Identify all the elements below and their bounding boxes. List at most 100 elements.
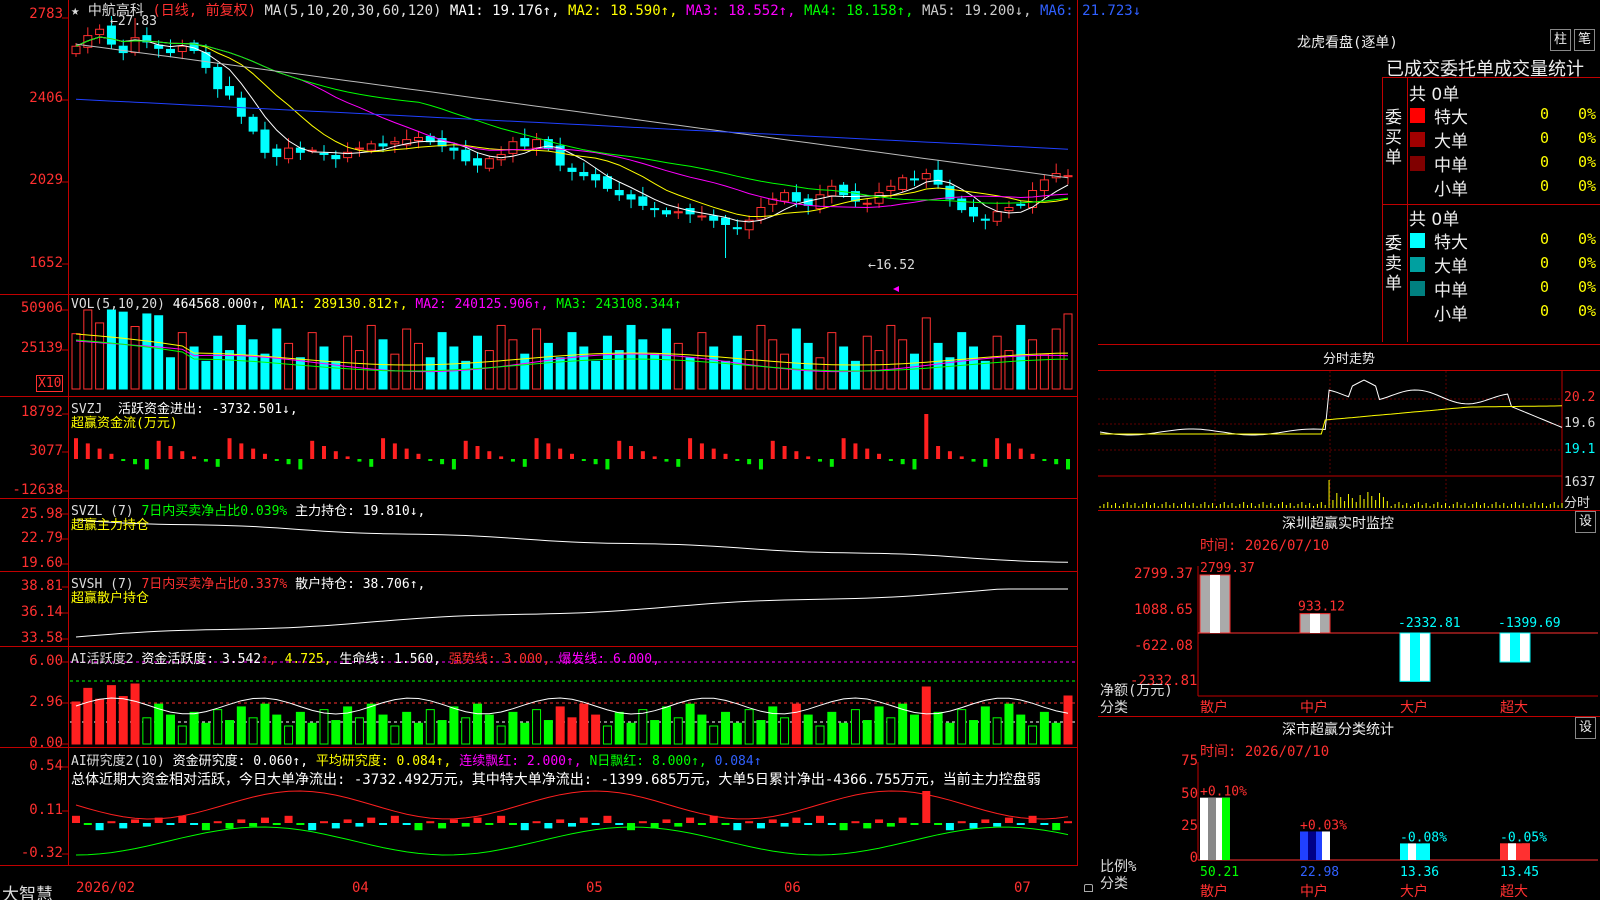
- sz-tick-1: 2799.37: [1133, 566, 1193, 582]
- svzj-bar: [381, 438, 386, 459]
- bar-mode-button[interactable]: 柱: [1550, 29, 1571, 51]
- stats-tick-4: 0: [1189, 850, 1198, 866]
- research-bar: [579, 817, 588, 823]
- candle-body: [591, 174, 601, 181]
- candle-body: [532, 139, 542, 149]
- research-bar: [272, 823, 281, 825]
- activity-bar: [803, 714, 813, 745]
- activity-bar: [543, 720, 553, 745]
- research-bar: [178, 815, 187, 823]
- buy-row-label: 小单: [1434, 180, 1468, 200]
- tick-mode-button[interactable]: 笔: [1574, 29, 1595, 51]
- candle-body: [213, 66, 223, 90]
- candle-body: [886, 185, 896, 192]
- activity-bar: [909, 714, 919, 745]
- volume-bar: [461, 360, 471, 390]
- svsh-line: [75, 588, 1068, 638]
- svzj-bar: [522, 459, 527, 467]
- svzj-bar: [74, 438, 78, 459]
- activity-bar: [602, 725, 612, 745]
- research-bar: [615, 823, 624, 825]
- activity-bar: [213, 709, 223, 745]
- research-bar: [863, 823, 872, 829]
- svzj-bar: [298, 459, 303, 470]
- research-bar: [119, 823, 128, 829]
- activity-bar: [673, 717, 683, 745]
- research-green-line: [75, 826, 1069, 856]
- volume-bar: [236, 324, 246, 390]
- research-bar: [1028, 815, 1037, 823]
- sz-category-label: 中户: [1300, 699, 1328, 716]
- activity-bar: [496, 725, 506, 745]
- research-bar: [225, 823, 234, 829]
- ma5-line: [75, 43, 1069, 179]
- research-bar: [497, 815, 506, 823]
- svzj-bar: [369, 459, 374, 467]
- vol-unit-badge[interactable]: X10: [36, 375, 64, 392]
- volume-bar: [260, 353, 270, 390]
- activity-bar: [307, 722, 317, 745]
- research-bar: [414, 823, 423, 831]
- activity-bar: [390, 725, 400, 745]
- ma6-value: MA6: 21.723↓: [1040, 3, 1142, 19]
- sz-value-label: -1399.69: [1498, 616, 1561, 631]
- brand-logo[interactable]: 大智慧: [2, 880, 53, 900]
- candle-body: [508, 141, 518, 154]
- research-bar: [1064, 821, 1072, 824]
- activity-bar: [1063, 695, 1073, 745]
- research-bar: [827, 823, 836, 825]
- candle-body: [909, 178, 919, 181]
- chart-mode[interactable]: (日线, 前复权): [152, 3, 256, 19]
- price-tick-1: 2783: [29, 6, 63, 22]
- sz-bar-highlight: [1310, 613, 1320, 633]
- activity-bar: [95, 698, 105, 745]
- sz-monitor-settings-button[interactable]: 设: [1575, 511, 1596, 533]
- research-bar: [839, 823, 848, 831]
- volume-bar: [898, 339, 908, 390]
- research-bar: [768, 819, 777, 823]
- activity-bar: [1028, 725, 1038, 745]
- svzj-bar: [121, 459, 126, 461]
- research-bar: [816, 815, 824, 823]
- sell-swatch: [1410, 233, 1425, 248]
- stats-tick-1: 75: [1181, 753, 1198, 769]
- sz-stats-settings-button[interactable]: 设: [1575, 717, 1596, 739]
- ai2-tick-3: -0.32: [20, 845, 63, 861]
- activity-bar: [449, 706, 459, 745]
- svzj-bar: [215, 459, 220, 467]
- activity-bar: [260, 703, 270, 745]
- research-bar: [190, 823, 199, 825]
- svzj-bar: [274, 459, 279, 461]
- research-bar: [473, 817, 482, 823]
- svzj-bar: [829, 459, 834, 467]
- sell-total: 共 0单: [1409, 210, 1460, 230]
- star-icon[interactable]: ★: [71, 3, 79, 19]
- stats-bar-stripe: [1308, 831, 1316, 860]
- activity-bar: [591, 714, 601, 745]
- ma3-line: [75, 36, 1069, 209]
- svzj-bar: [428, 459, 433, 461]
- svzj-bar: [877, 453, 882, 459]
- sell-row-label: 小单: [1434, 305, 1468, 325]
- activity-bar: [579, 703, 589, 745]
- svzj-bar: [487, 451, 492, 459]
- ai2-e: 0.084↑: [714, 754, 762, 769]
- activity-bar: [980, 706, 990, 745]
- candle-body: [118, 45, 128, 54]
- lock-icon[interactable]: [1084, 884, 1093, 892]
- svzj-bar: [440, 459, 445, 465]
- svzj-bar: [676, 459, 681, 467]
- svsh-tick-2: 36.14: [20, 604, 63, 620]
- activity-bar: [721, 711, 731, 745]
- activity-bar: [189, 711, 199, 745]
- candle-body: [626, 194, 636, 200]
- activity-bar: [319, 709, 329, 745]
- sz-bar: [1199, 574, 1231, 634]
- sell-swatch: [1410, 257, 1425, 272]
- svzj-bar: [227, 438, 232, 459]
- svzj-bar: [510, 459, 515, 462]
- candle-body: [709, 215, 719, 221]
- svzj-bar: [251, 448, 256, 459]
- research-bar: [296, 823, 305, 825]
- svzl-tick-2: 22.79: [20, 530, 63, 546]
